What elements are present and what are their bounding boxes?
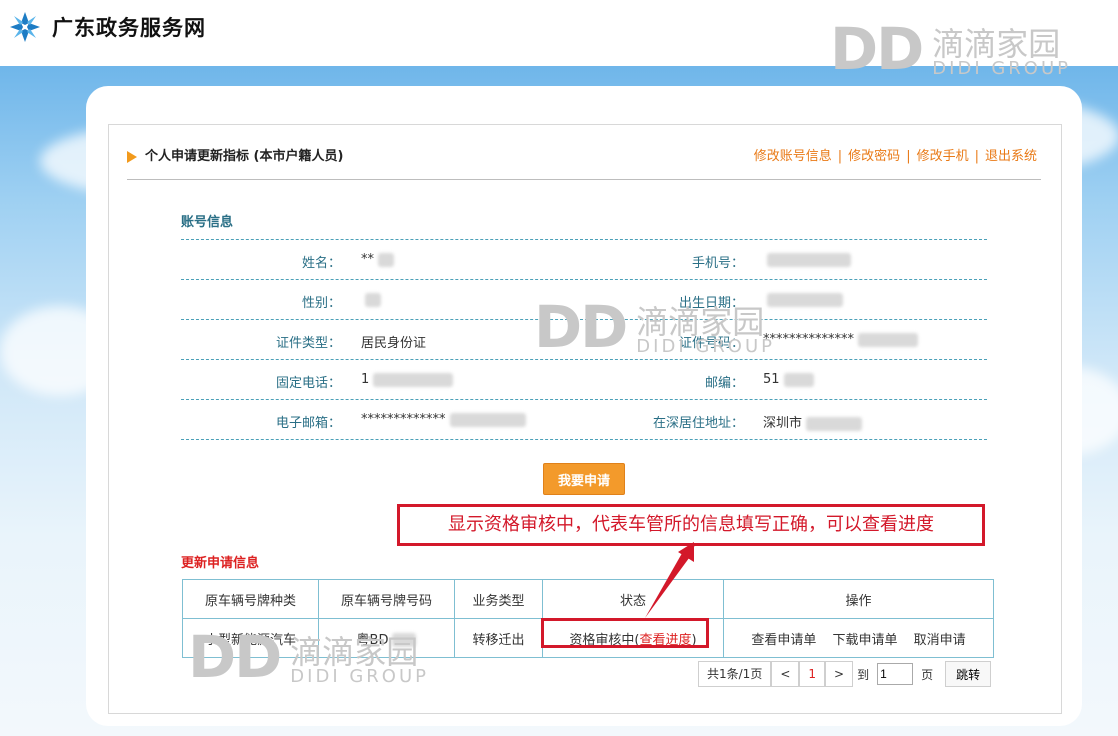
info-row: 证件类型： 居民身份证 证件号码： ************** — [181, 319, 987, 359]
birthdate-value — [763, 292, 843, 307]
cancel-application-link[interactable]: 取消申请 — [914, 633, 966, 648]
col-plate-number: 原车辆号牌号码 — [318, 579, 455, 619]
section-title: 个人申请更新指标 (本市户籍人员) — [127, 145, 343, 164]
col-actions: 操作 — [723, 579, 994, 619]
birthdate-label: 出生日期： — [678, 296, 744, 311]
account-info-title: 账号信息 — [181, 215, 234, 230]
col-plate-type: 原车辆号牌种类 — [182, 579, 319, 619]
update-info-title: 更新申请信息 — [181, 556, 260, 571]
account-info-grid: 姓名： ** 手机号： 性别： 出生日期： 证件类型： 居民身份证 证件号码： … — [181, 239, 987, 440]
postcode-value: 51 — [763, 372, 814, 387]
next-page-button[interactable]: > — [825, 661, 854, 687]
page-input[interactable] — [877, 663, 914, 685]
jump-button[interactable]: 跳转 — [945, 661, 992, 687]
top-bar: 广东政务服务网 — [0, 0, 1118, 66]
account-links: 修改账号信息 | 修改密码 | 修改手机 | 退出系统 — [753, 149, 1037, 164]
info-row: 电子邮箱： ************* 在深居住地址： 深圳市 — [181, 399, 987, 440]
annotation-arrow-icon — [645, 542, 695, 618]
plate-number-cell: 粤BD — [318, 618, 455, 658]
goto-label: 到 — [857, 667, 870, 682]
apply-button[interactable]: 我要申请 — [543, 463, 625, 495]
site-title: 广东政务服务网 — [52, 16, 206, 40]
gender-value — [361, 292, 381, 307]
actions-cell: 查看申请单 下载申请单 取消申请 — [723, 618, 994, 658]
landline-value: 1 — [361, 372, 454, 387]
logout-link[interactable]: 退出系统 — [985, 149, 1037, 164]
info-row: 姓名： ** 手机号： — [181, 239, 987, 279]
phone-value — [763, 252, 851, 267]
business-type-cell: 转移迁出 — [454, 618, 543, 658]
view-application-link[interactable]: 查看申请单 — [751, 633, 816, 648]
edit-account-link[interactable]: 修改账号信息 — [754, 149, 832, 164]
table-header-row: 原车辆号牌种类 原车辆号牌号码 业务类型 状态 操作 — [182, 579, 994, 619]
current-page[interactable]: 1 — [799, 661, 826, 687]
id-type-label: 证件类型： — [275, 336, 341, 351]
id-number-value: ************** — [763, 332, 918, 347]
name-label: 姓名： — [301, 256, 341, 271]
header-divider — [127, 179, 1041, 180]
address-value: 深圳市 — [763, 412, 863, 431]
plate-type-cell: 小型新能源汽车 — [182, 618, 319, 658]
gender-label: 性别： — [301, 296, 341, 311]
postcode-label: 邮编： — [704, 376, 744, 391]
phone-label: 手机号： — [691, 256, 744, 271]
landline-label: 固定电话： — [275, 376, 341, 391]
id-number-label: 证件号码： — [678, 336, 744, 351]
email-value: ************* — [361, 412, 526, 427]
page-unit-label: 页 — [921, 667, 934, 682]
prev-page-button[interactable]: < — [771, 661, 800, 687]
change-password-link[interactable]: 修改密码 — [848, 149, 900, 164]
col-business-type: 业务类型 — [454, 579, 543, 619]
info-row: 性别： 出生日期： — [181, 279, 987, 319]
name-value: ** — [361, 252, 394, 267]
page-summary: 共1条/1页 — [698, 661, 772, 687]
pagination: 共1条/1页 < 1 > 到 页 跳转 — [698, 661, 992, 687]
gov-logo-icon — [10, 12, 40, 42]
address-label: 在深居住地址： — [652, 416, 744, 431]
info-row: 固定电话： 1 邮编： 51 — [181, 359, 987, 399]
download-application-link[interactable]: 下载申请单 — [832, 633, 897, 648]
id-type-value: 居民身份证 — [361, 336, 427, 351]
arrow-right-icon — [127, 150, 137, 163]
change-phone-link[interactable]: 修改手机 — [917, 149, 969, 164]
email-label: 电子邮箱： — [275, 416, 341, 431]
